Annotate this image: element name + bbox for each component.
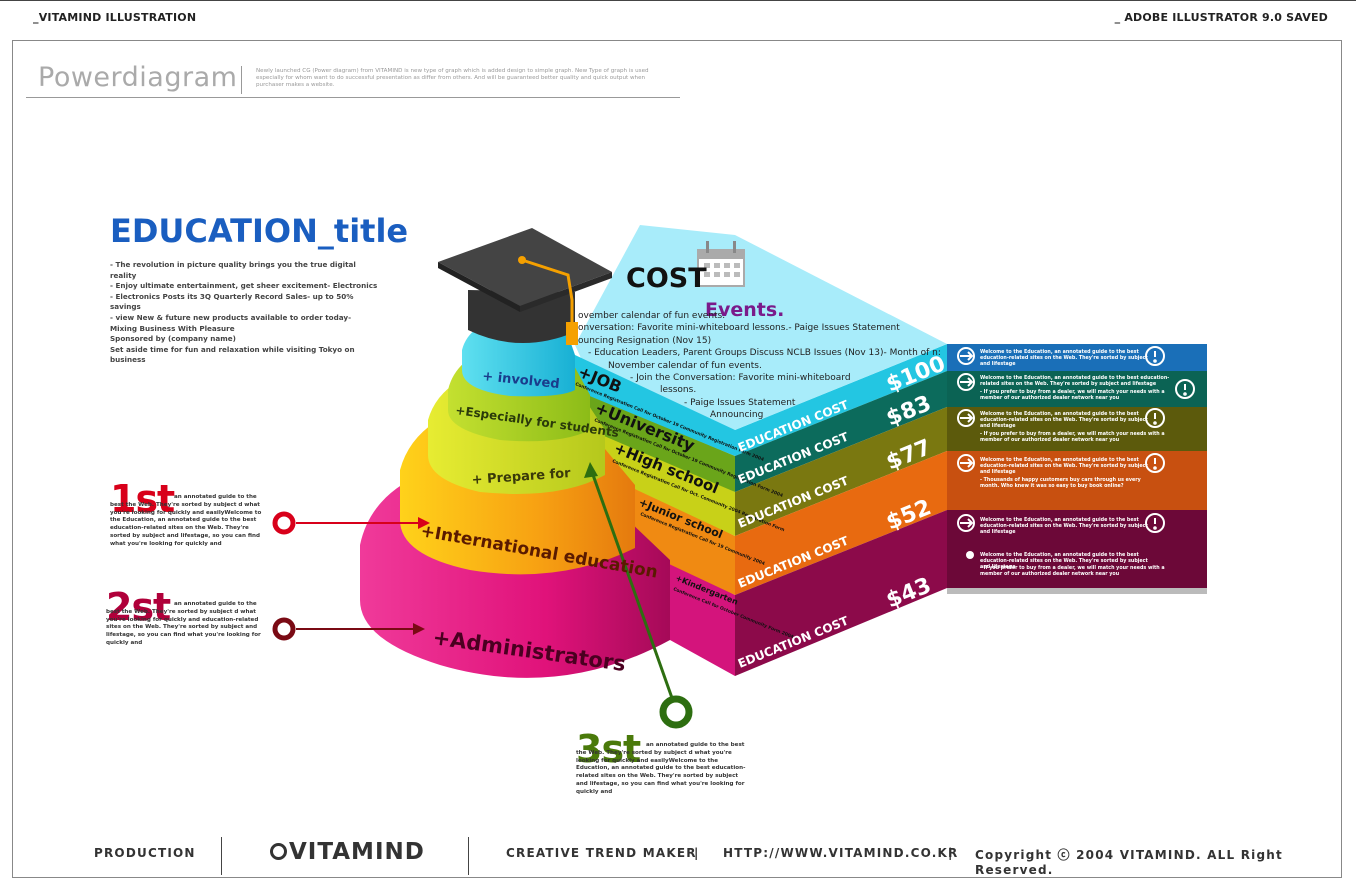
cost-stripe-shadow <box>947 588 1207 594</box>
cost-label: COST <box>626 263 707 294</box>
pointer-ring-2nd <box>272 617 296 641</box>
cost-event-line: - Education Leaders, Parent Groups Discu… <box>588 348 941 358</box>
footer-url[interactable]: HTTP://WWW.VITAMIND.CO.KR <box>723 846 958 860</box>
panel-note: Welcome to the Education, an annotated g… <box>980 376 1170 387</box>
footer-divider <box>468 837 469 875</box>
vitamind-logo-text: VITAMIND <box>289 839 425 865</box>
vitamind-logo: VITAMIND <box>270 839 425 865</box>
cost-event-line: - Paige Issues Statement <box>684 398 796 408</box>
footer-sep: | <box>694 846 700 860</box>
footer-divider <box>221 837 222 875</box>
panel-note: - If you prefer to buy from a dealer, we… <box>980 566 1165 577</box>
cost-event-line: ovember calendar of fun events. <box>578 311 725 321</box>
cost-event-line: Announcing <box>710 410 763 420</box>
cost-event-line: lessons. <box>660 385 696 395</box>
footer-copyright: Copyright ⓒ 2004 VITAMIND. ALL Right Res… <box>975 848 1283 877</box>
panel-note: Welcome to the Education, an annotated g… <box>980 412 1148 429</box>
cost-event-line: ouncing Resignation (Nov 15) <box>578 336 711 346</box>
pointer-ring-3rd <box>659 695 693 729</box>
panel-note: Welcome to the Education, an annotated g… <box>980 458 1148 475</box>
pointer-ring-1st <box>272 511 296 535</box>
rank-3st-text: an annotated guide to the best the Web. … <box>576 742 746 795</box>
cost-event-line: - Join the Conversation: Favorite mini-w… <box>630 373 851 383</box>
panel-note: - If you prefer to buy from a dealer, we… <box>980 432 1165 443</box>
footer-sep: | <box>948 846 954 860</box>
panel-note: - If you prefer to buy from a dealer, we… <box>980 390 1165 401</box>
panel-note: Welcome to the Education, an annotated g… <box>980 350 1148 367</box>
panel-note: - Thousands of happy customers buy cars … <box>980 478 1141 489</box>
footer-tagline: CREATIVE TREND MAKER <box>506 846 697 860</box>
vitamind-logo-mark-icon <box>270 843 287 860</box>
cost-event-line: November calendar of fun events. <box>608 361 762 371</box>
bullet-dot <box>966 551 974 559</box>
cost-event-line: onversation: Favorite mini-whiteboard le… <box>578 323 900 333</box>
rank-2st-text: an annotated guide to the best the Web. … <box>106 601 261 646</box>
rank-1st-text: an annotated guide to the best the Web. … <box>110 494 262 547</box>
panel-note: Welcome to the Education, an annotated g… <box>980 518 1148 535</box>
footer-production: PRODUCTION <box>94 846 196 860</box>
